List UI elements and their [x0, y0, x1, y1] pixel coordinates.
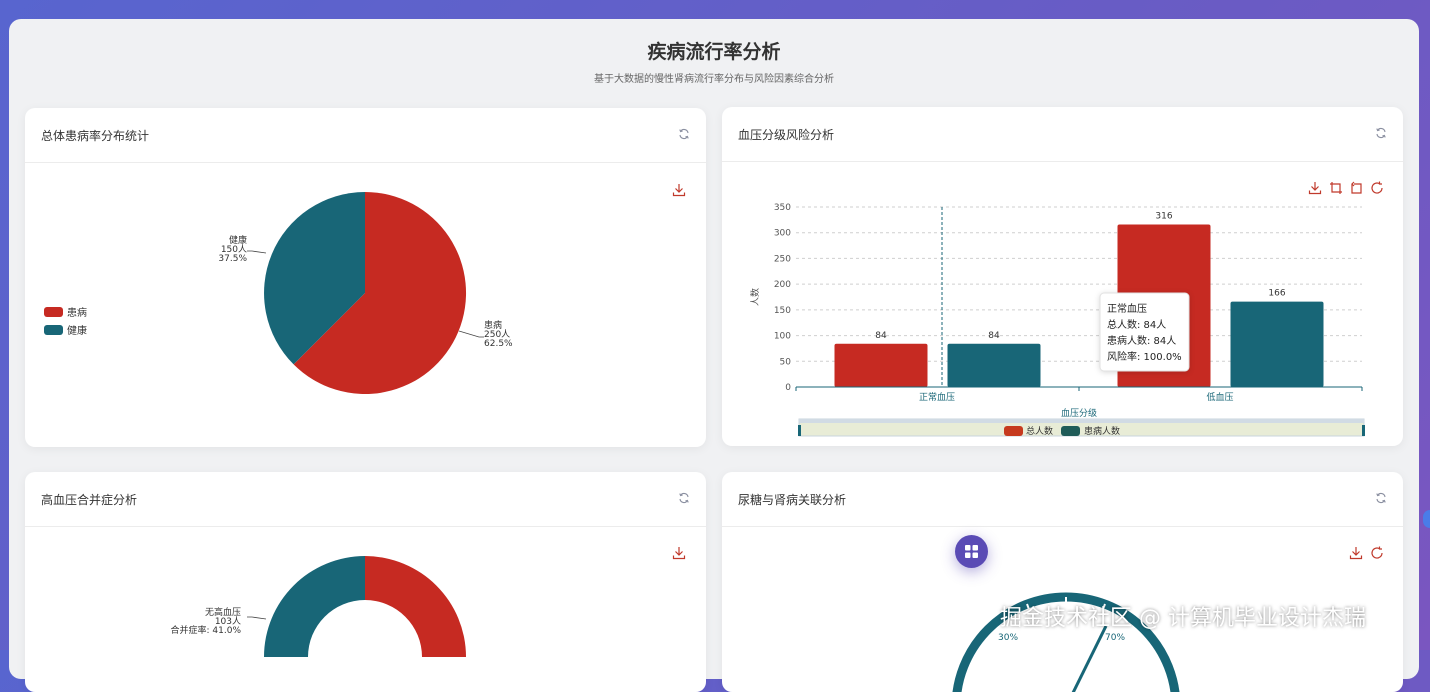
floating-menu-button[interactable] [955, 535, 988, 568]
label-line-healthy [247, 250, 267, 254]
donut-slice-no-htn[interactable] [264, 556, 365, 657]
y-tick-label: 250 [774, 254, 791, 264]
overall-pie-chart: 患病 健康 患病 250人 62.5% 健康 150人 37.5% [44, 192, 513, 394]
bp-bar-chart: 0 50 100 150 200 250 300 350 84 84 316 166 正常血压 低血… [749, 203, 1365, 437]
bar-sick[interactable] [1230, 301, 1324, 387]
legend-swatch-healthy[interactable] [44, 325, 63, 335]
htn-donut-chart: 无高血压 103人 合并症率: 41.0% [171, 556, 466, 657]
donut-slice-comorbid[interactable] [365, 556, 466, 657]
refresh-icon[interactable] [678, 128, 690, 140]
legend-label-sick[interactable]: 患病 [67, 306, 87, 319]
label-line-sick [458, 330, 484, 338]
urine-sugar-card: 尿糖与肾病关联分析 30% 70% [722, 472, 1403, 692]
y-tick-label: 200 [774, 280, 791, 290]
label-line-no-htn [247, 616, 267, 620]
watermark: 掘金技术社区 @ 计算机毕业设计杰瑞 [1000, 606, 1366, 631]
bar-value-label: 84 [988, 331, 1000, 341]
page-subtitle: 基于大数据的慢性肾病流行率分布与风险因素综合分析 [594, 74, 834, 85]
bp-risk-card: 血压分级风险分析 0 50 100 150 200 250 300 350 84 84 31 [722, 107, 1403, 446]
bar-total[interactable] [834, 343, 928, 387]
legend-swatch-sick[interactable] [1061, 426, 1080, 436]
pie-label-healthy-percent: 37.5% [218, 254, 247, 264]
side-handle[interactable] [1423, 510, 1430, 528]
y-tick-label: 0 [785, 383, 791, 393]
y-tick-label: 50 [780, 357, 792, 367]
legend-label-total[interactable]: 总人数 [1026, 425, 1053, 437]
gauge-pointer [1071, 625, 1108, 692]
bar-value-label: 84 [875, 331, 887, 341]
y-tick-label: 350 [774, 203, 791, 213]
card-header: 总体患病率分布统计 [25, 108, 706, 163]
bar-value-labels: 84 84 316 166 [875, 211, 1286, 340]
x-axis-title: 血压分级 [1061, 407, 1097, 419]
y-tick-label: 300 [774, 229, 791, 239]
tooltip-title: 正常血压 [1107, 302, 1147, 315]
card-header: 尿糖与肾病关联分析 [722, 472, 1403, 527]
bar-value-label: 166 [1268, 289, 1285, 299]
gauge-label-left: 30% [998, 633, 1018, 643]
legend-swatch-total[interactable] [1004, 426, 1023, 436]
pie-label-sick-percent: 62.5% [484, 339, 513, 349]
bar-sick[interactable] [947, 343, 1041, 387]
y-axis-ticks: 0 50 100 150 200 250 300 350 [774, 203, 791, 393]
y-tick-label: 150 [774, 306, 791, 316]
page-title: 疾病流行率分析 [647, 41, 781, 63]
gauge-label-right: 70% [1105, 633, 1125, 643]
x-category-label: 低血压 [1206, 391, 1233, 403]
legend-swatch-sick[interactable] [44, 307, 63, 317]
legend-label-healthy[interactable]: 健康 [67, 324, 87, 337]
refresh-icon[interactable] [678, 492, 690, 504]
htn-comorbidity-card: 高血压合并症分析 无高血压 103人 合并症率: 41.0% [25, 472, 706, 692]
chart-tooltip: 正常血压 总人数: 84人 患病人数: 84人 风险率: 100.0% [1099, 292, 1190, 372]
tooltip-risk: 风险率: 100.0% [1107, 350, 1182, 363]
card-header: 高血压合并症分析 [25, 472, 706, 527]
card-title: 尿糖与肾病关联分析 [738, 493, 847, 507]
overall-prevalence-card: 总体患病率分布统计 患病 健康 患病 250人 62.5% 健康 150人 37… [25, 108, 706, 447]
donut-label-rate: 合并症率: 41.0% [171, 624, 242, 636]
data-zoom-handle-right[interactable] [1362, 425, 1365, 436]
y-tick-label: 100 [774, 332, 791, 342]
refresh-icon[interactable] [1375, 492, 1387, 504]
bar-value-label: 316 [1155, 211, 1172, 221]
y-axis-title: 人数 [749, 288, 761, 306]
tooltip-sick: 患病人数: 84人 [1107, 334, 1176, 347]
grid-icon [965, 545, 978, 558]
card-title: 高血压合并症分析 [41, 493, 138, 507]
bar-group [834, 224, 1324, 387]
legend-label-sick[interactable]: 患病人数 [1084, 425, 1120, 437]
tooltip-total: 总人数: 84人 [1107, 318, 1166, 331]
x-category-label: 正常血压 [919, 391, 955, 403]
dashboard-panel: 疾病流行率分析 基于大数据的慢性肾病流行率分布与风险因素综合分析 总体患病率分布… [9, 19, 1419, 692]
data-zoom-handle-left[interactable] [798, 425, 801, 436]
card-title: 总体患病率分布统计 [41, 129, 150, 143]
data-zoom-track [799, 419, 1364, 423]
